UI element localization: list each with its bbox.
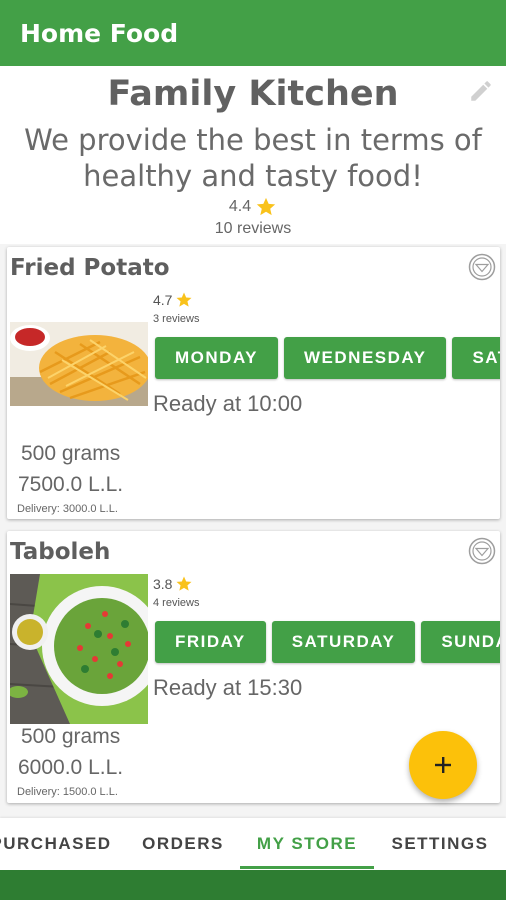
day-buttons[interactable]: MONDAY WEDNESDAY SATURDAY: [155, 337, 500, 379]
star-icon: [256, 197, 276, 216]
delivery-price: Delivery: 1500.0 L.L.: [17, 786, 118, 798]
food-reviews: 3 reviews: [153, 313, 200, 325]
tab-settings[interactable]: SETTINGS: [380, 818, 500, 870]
food-rating: 4.7: [153, 291, 193, 309]
tab-orders[interactable]: ORDERS: [128, 818, 238, 870]
delivery-price: Delivery: 3000.0 L.L.: [17, 503, 118, 515]
food-rating: 3.8: [153, 575, 193, 593]
food-price: 7500.0 L.L.: [18, 473, 124, 496]
tab-bar: PURCHASED ORDERS MY STORE SETTINGS: [0, 818, 506, 870]
star-icon: [176, 292, 192, 307]
store-content[interactable]: Family Kitchen We provide the best in te…: [0, 66, 506, 818]
app-title: Home Food: [20, 18, 179, 48]
day-button-sunday[interactable]: SUNDAY: [421, 621, 500, 663]
day-button-saturday[interactable]: SATURDAY: [452, 337, 500, 379]
app-bar: Home Food: [0, 0, 506, 66]
food-weight: 500 grams: [21, 442, 121, 465]
store-header: Family Kitchen We provide the best in te…: [0, 66, 506, 244]
food-card-fried-potato[interactable]: Fried Potato 4.7 3 reviews MONDAY WEDNES…: [7, 247, 500, 519]
tab-my-store[interactable]: MY STORE: [240, 818, 374, 870]
food-weight: 500 grams: [21, 725, 121, 748]
favorite-icon[interactable]: [468, 537, 496, 565]
add-item-button[interactable]: [409, 731, 477, 799]
food-price: 6000.0 L.L.: [18, 756, 124, 779]
star-icon: [176, 576, 192, 591]
plus-icon: [435, 757, 451, 773]
store-name: Family Kitchen: [107, 74, 399, 114]
ready-time: Ready at 15:30: [153, 675, 303, 700]
day-button-friday[interactable]: FRIDAY: [155, 621, 266, 663]
edit-icon[interactable]: [468, 78, 494, 104]
taboleh-image: [10, 574, 148, 724]
food-title: Taboleh: [10, 539, 111, 565]
active-tab-indicator: [240, 866, 374, 869]
day-button-monday[interactable]: MONDAY: [155, 337, 278, 379]
fried-potato-image: [10, 322, 148, 406]
day-buttons[interactable]: FRIDAY SATURDAY SUNDAY: [155, 621, 500, 663]
day-button-wednesday[interactable]: WEDNESDAY: [284, 337, 447, 379]
store-rating: 4.4: [0, 196, 506, 218]
store-reviews: 10 reviews: [214, 220, 292, 237]
food-reviews: 4 reviews: [153, 597, 200, 609]
store-rating-value: 4.4: [228, 198, 252, 215]
bottom-strip: [0, 870, 506, 900]
store-description: We provide the best in terms of healthy …: [24, 123, 482, 193]
food-rating-value: 3.8: [153, 576, 173, 592]
favorite-icon[interactable]: [468, 253, 496, 281]
day-button-saturday[interactable]: SATURDAY: [271, 621, 416, 663]
ready-time: Ready at 10:00: [153, 391, 303, 416]
tab-purchased[interactable]: PURCHASED: [0, 818, 116, 870]
food-rating-value: 4.7: [153, 292, 173, 308]
food-title: Fried Potato: [10, 255, 170, 281]
